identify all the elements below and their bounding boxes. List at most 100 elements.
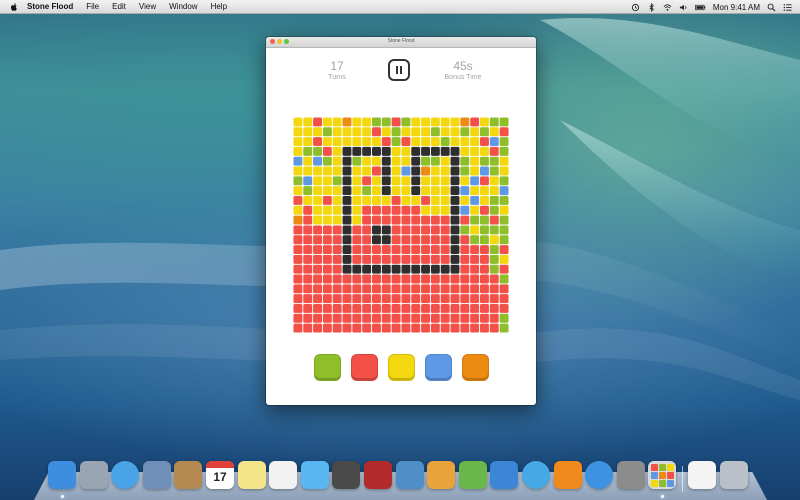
menu-help[interactable]: Help [211, 2, 227, 11]
board-cell [480, 254, 489, 264]
board-cell [322, 186, 332, 196]
board-cell [489, 313, 499, 323]
apple-menu-icon[interactable] [9, 2, 19, 12]
finder-icon[interactable] [48, 461, 76, 489]
messages-icon[interactable] [300, 461, 329, 489]
time-machine-icon[interactable] [631, 3, 640, 12]
blue-color-button[interactable] [425, 354, 452, 381]
battery-icon[interactable] [695, 3, 706, 12]
numbers-icon[interactable] [458, 461, 487, 489]
board-cell [430, 127, 440, 137]
board-cell [332, 176, 342, 186]
board-cell [372, 196, 381, 205]
facetime-icon[interactable] [332, 461, 361, 489]
window-titlebar[interactable]: Stone Flood [266, 37, 536, 48]
board-cell [411, 225, 421, 235]
menu-app-name[interactable]: Stone Flood [27, 2, 73, 11]
board-cell [470, 323, 480, 333]
orange-color-button[interactable] [462, 354, 489, 381]
gear-icon[interactable] [616, 461, 645, 489]
board-cell [342, 186, 352, 196]
board-cell [411, 205, 421, 215]
calendar-icon[interactable]: 17 [206, 461, 234, 489]
board-cell [470, 254, 480, 264]
running-app-indicator [60, 495, 64, 498]
trash-icon[interactable] [719, 461, 748, 489]
board-cell [430, 313, 440, 323]
wifi-icon[interactable] [663, 3, 672, 12]
board-cell [440, 205, 450, 215]
pause-button[interactable] [388, 59, 410, 81]
board-cell [470, 313, 480, 323]
iphoto-icon[interactable] [395, 461, 424, 489]
yellow-color-button[interactable] [388, 354, 415, 381]
notes-icon[interactable] [237, 461, 266, 489]
board-cell [313, 294, 323, 304]
menu-window[interactable]: Window [169, 2, 197, 11]
board-cell [332, 235, 342, 245]
green-color-button[interactable] [314, 354, 341, 381]
board-cell [381, 127, 391, 137]
board-cell [430, 245, 440, 255]
volume-icon[interactable] [679, 3, 688, 12]
menu-view[interactable]: View [139, 2, 156, 11]
board-cell [342, 146, 352, 156]
notification-center-icon[interactable] [783, 3, 792, 12]
board-cell [470, 274, 480, 284]
board-cell [480, 166, 489, 176]
contacts-icon[interactable] [174, 461, 203, 489]
safari-icon[interactable] [111, 461, 140, 489]
bluetooth-icon[interactable] [647, 2, 656, 12]
keynote-icon[interactable] [490, 461, 519, 489]
board-cell [372, 235, 381, 245]
board-cell [342, 313, 352, 323]
board-cell [480, 274, 489, 284]
board-cell [352, 323, 362, 333]
ibooks-icon[interactable] [553, 461, 582, 489]
board-cell [381, 245, 391, 255]
mail-icon[interactable] [142, 461, 171, 489]
red-color-button[interactable] [351, 354, 378, 381]
board-cell [352, 225, 362, 235]
board-cell [391, 313, 401, 323]
board-cell [450, 205, 460, 215]
board-cell [411, 196, 421, 205]
board-cell [303, 215, 313, 225]
board-cell [362, 225, 372, 235]
stone-flood-icon[interactable] [648, 461, 677, 489]
documents-icon[interactable] [688, 461, 716, 489]
board-cell [411, 156, 421, 166]
launchpad-icon[interactable] [79, 461, 108, 489]
board-cell [411, 284, 421, 294]
pages-icon[interactable] [427, 461, 456, 489]
board-cell [421, 166, 431, 176]
board-cell [401, 156, 411, 166]
board-cell [372, 274, 381, 284]
menu-clock[interactable]: Mon 9:41 AM [713, 3, 760, 12]
itunes-icon[interactable] [522, 461, 550, 489]
board-cell [372, 294, 381, 304]
spotlight-search-icon[interactable] [767, 3, 776, 12]
board-cell [470, 176, 480, 186]
board-cell [470, 304, 480, 313]
menu-edit[interactable]: Edit [112, 2, 126, 11]
board-cell [460, 264, 470, 274]
board-cell [332, 304, 342, 313]
board-cell [460, 313, 470, 323]
board-cell [480, 313, 489, 323]
board-cell [381, 304, 391, 313]
board-cell [489, 264, 499, 274]
board-cell [450, 274, 460, 284]
board-cell [352, 254, 362, 264]
reminders-icon[interactable] [269, 461, 298, 489]
board-cell [411, 137, 421, 147]
photo-booth-icon[interactable] [364, 461, 392, 489]
board-cell [303, 323, 313, 333]
board-cell [293, 225, 303, 235]
board-cell [450, 166, 460, 176]
app-store-icon[interactable] [585, 461, 614, 489]
board-cell [470, 156, 480, 166]
board-cell [381, 235, 391, 245]
board-cell [489, 156, 499, 166]
menu-file[interactable]: File [86, 2, 99, 11]
